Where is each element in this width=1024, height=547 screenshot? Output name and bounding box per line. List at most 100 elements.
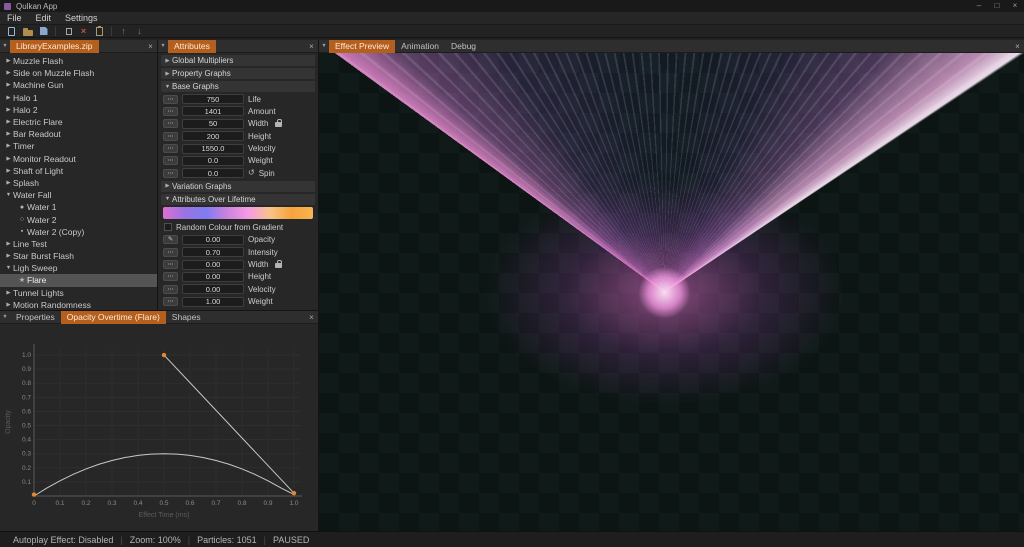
collapse-icon[interactable]: ▼ <box>0 314 10 320</box>
library-item-shaft-of-light[interactable]: ▶ Shaft of Light <box>0 165 157 177</box>
copy-button[interactable] <box>61 25 76 37</box>
library-item-water-1[interactable]: ● Water 1 <box>0 201 157 213</box>
library-item-side-on-muzzle-flash[interactable]: ▶ Side on Muzzle Flash <box>0 67 157 79</box>
weight-value-input[interactable]: 0.0 <box>182 155 244 166</box>
menu-item-file[interactable]: File <box>0 12 29 25</box>
library-item-flare[interactable]: ★ Flare <box>0 274 157 287</box>
tab-properties[interactable]: Properties <box>10 311 61 324</box>
height-value-input[interactable]: 200 <box>182 131 244 142</box>
expander-icon[interactable]: ▶ <box>4 131 13 137</box>
section-header-base-graphs[interactable]: ▼ Base Graphs <box>161 81 315 92</box>
control-point[interactable] <box>31 492 37 497</box>
random-colour-checkbox[interactable] <box>164 223 172 232</box>
library-item-splash[interactable]: ▶ Splash <box>0 177 157 189</box>
height-value-input[interactable]: 0.00 <box>182 271 244 282</box>
lock-icon[interactable] <box>275 119 283 128</box>
expander-icon[interactable]: ▶ <box>4 156 13 162</box>
graph-options-button[interactable]: ⋯ <box>163 247 178 257</box>
effect-preview-viewport[interactable] <box>319 53 1024 531</box>
collapse-icon[interactable]: ▼ <box>319 43 329 49</box>
library-item-water-fall[interactable]: ▼ Water Fall <box>0 189 157 201</box>
library-item-electric-flare[interactable]: ▶ Electric Flare <box>0 116 157 128</box>
expander-icon[interactable]: ▶ <box>4 119 13 125</box>
velocity-value-input[interactable]: 0.00 <box>182 284 244 295</box>
edit-graph-button[interactable]: ✎ <box>163 235 178 245</box>
expander-icon[interactable]: ▶ <box>4 95 13 101</box>
graph-options-button[interactable]: ⋯ <box>163 297 178 307</box>
tab-debug[interactable]: Debug <box>445 40 482 53</box>
expander-icon[interactable]: ▼ <box>4 265 13 271</box>
expander-icon[interactable]: ▶ <box>4 253 13 259</box>
graph-options-button[interactable]: ⋯ <box>163 272 178 282</box>
tab-animation[interactable]: Animation <box>395 40 445 53</box>
graph-options-button[interactable]: ⋯ <box>163 119 178 129</box>
library-item-motion-randomness[interactable]: ▶ Motion Randomness <box>0 299 157 310</box>
graph-options-button[interactable]: ⋯ <box>163 156 178 166</box>
expander-icon[interactable]: ▶ <box>4 143 13 149</box>
tab-attributes[interactable]: Attributes <box>168 40 216 53</box>
expander-icon[interactable]: ▼ <box>4 192 13 198</box>
expander-icon[interactable]: ▶ <box>4 82 13 88</box>
expander-icon[interactable]: ▶ <box>4 70 13 76</box>
opacity-graph-area[interactable]: 0.1 0.2 0.3 0.4 0.5 0.6 0.7 0.8 0.9 1.0 0 0.1 0.2 0.3… <box>0 324 318 531</box>
menu-item-settings[interactable]: Settings <box>58 12 105 25</box>
graph-options-button[interactable]: ⋯ <box>163 168 178 178</box>
graph-options-button[interactable]: ⋯ <box>163 131 178 141</box>
control-point[interactable] <box>161 352 167 358</box>
open-file-button[interactable] <box>21 25 34 37</box>
expander-icon[interactable]: ▶ <box>4 290 13 296</box>
life-value-input[interactable]: 750 <box>182 94 244 104</box>
intensity-value-input[interactable]: 0.70 <box>182 247 244 258</box>
expander-icon[interactable]: ▶ <box>4 180 13 186</box>
graph-options-button[interactable]: ⋯ <box>163 106 178 116</box>
library-item-star-burst-flash[interactable]: ▶ Star Burst Flash <box>0 250 157 262</box>
library-item-water-2-copy[interactable]: ▪ Water 2 (Copy) <box>0 226 157 238</box>
width-value-input[interactable]: 50 <box>182 118 244 129</box>
tab-opacity-overtime-flare[interactable]: Opacity Overtime (Flare) <box>60 311 166 324</box>
expander-icon[interactable]: ▶ <box>4 302 13 308</box>
close-icon[interactable]: × <box>144 42 157 51</box>
library-item-timer[interactable]: ▶ Timer <box>0 140 157 152</box>
move-down-button[interactable]: ↓ <box>133 25 146 37</box>
library-item-machine-gun[interactable]: ▶ Machine Gun <box>0 79 157 91</box>
expander-icon[interactable]: ▶ <box>4 241 13 247</box>
opacity-value-input[interactable]: 0.00 <box>182 234 244 245</box>
expander-icon[interactable]: ▶ <box>4 168 13 174</box>
tab-shapes[interactable]: Shapes <box>166 311 207 324</box>
library-item-halo-2[interactable]: ▶ Halo 2 <box>0 104 157 116</box>
graph-options-button[interactable]: ⋯ <box>163 260 178 270</box>
tab-library-examples[interactable]: LibraryExamples.zip <box>10 40 99 53</box>
lock-icon[interactable] <box>275 260 283 269</box>
collapse-icon[interactable]: ▼ <box>158 43 168 49</box>
library-item-muzzle-flash[interactable]: ▶ Muzzle Flash <box>0 55 157 67</box>
library-item-water-2[interactable]: ○ Water 2 <box>0 213 157 225</box>
amount-value-input[interactable]: 1401 <box>182 106 244 117</box>
move-up-button[interactable]: ↑ <box>117 25 130 37</box>
new-file-button[interactable] <box>5 25 18 37</box>
close-icon[interactable]: × <box>305 42 318 51</box>
graph-options-button[interactable]: ⋯ <box>163 144 178 154</box>
paste-button[interactable] <box>93 25 106 37</box>
delete-button[interactable]: × <box>77 25 90 37</box>
close-icon[interactable]: × <box>305 313 318 322</box>
section-header-attributes-over-lifetime[interactable]: ▼ Attributes Over Lifetime <box>161 193 315 205</box>
spin-value-input[interactable]: 0.0 <box>182 168 244 179</box>
graph-options-button[interactable]: ⋯ <box>163 284 178 294</box>
weight-value-input[interactable]: 1.00 <box>182 296 244 307</box>
section-header-variation-graphs[interactable]: ▶ Variation Graphs <box>161 180 315 192</box>
section-header-property-graphs[interactable]: ▶ Property Graphs <box>161 68 315 79</box>
tab-effect-preview[interactable]: Effect Preview <box>329 40 396 53</box>
section-header-global-multipliers[interactable]: ▶ Global Multipliers <box>161 55 315 66</box>
minimize-button[interactable]: – <box>970 0 988 12</box>
menu-item-edit[interactable]: Edit <box>29 12 59 25</box>
graph-options-button[interactable]: ⋯ <box>163 94 178 104</box>
colour-gradient[interactable] <box>163 206 313 219</box>
expander-icon[interactable]: ▶ <box>4 58 13 64</box>
library-item-monitor-readout[interactable]: ▶ Monitor Readout <box>0 153 157 165</box>
expander-icon[interactable]: ▶ <box>4 107 13 113</box>
close-icon[interactable]: × <box>1011 42 1024 51</box>
control-point[interactable] <box>291 490 297 496</box>
library-item-line-test[interactable]: ▶ Line Test <box>0 238 157 250</box>
library-item-bar-readout[interactable]: ▶ Bar Readout <box>0 128 157 140</box>
library-item-ligh-sweep[interactable]: ▼ Ligh Sweep <box>0 262 157 274</box>
